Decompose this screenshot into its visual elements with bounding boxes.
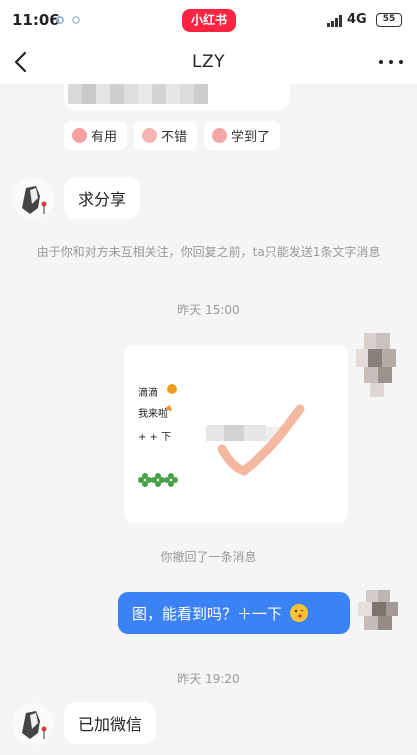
app-badge: 小红书 bbox=[182, 9, 237, 32]
image-message[interactable]: 滴滴 我来啦 + + 下 bbox=[124, 345, 348, 523]
notification-icon-2 bbox=[72, 16, 80, 24]
chat-title: LZY bbox=[191, 52, 225, 72]
chip-label: 学到了 bbox=[231, 130, 271, 145]
chip-learned[interactable]: 学到了 bbox=[204, 121, 281, 150]
sticker-face-icon bbox=[212, 128, 228, 143]
more-options-button[interactable] bbox=[377, 50, 405, 74]
sticker-face-icon bbox=[142, 128, 158, 143]
kiss-emoji-icon bbox=[290, 604, 309, 622]
chip-label: 有用 bbox=[91, 130, 118, 145]
timestamp: 昨天 19:20 bbox=[177, 672, 240, 686]
more-icon bbox=[379, 60, 383, 64]
avatar-self[interactable] bbox=[356, 333, 402, 399]
avatar[interactable] bbox=[12, 703, 54, 745]
message-text: 求分享 bbox=[78, 190, 127, 209]
chat-header: LZY bbox=[0, 40, 417, 84]
timestamp: 昨天 15:00 bbox=[177, 303, 240, 317]
notification-icon bbox=[56, 16, 64, 24]
avatar-pixelated bbox=[356, 333, 402, 399]
blurred-content bbox=[68, 84, 218, 106]
recall-notice: 你撤回了一条消息 bbox=[160, 550, 257, 564]
message-bubble-incoming: 已加微信 bbox=[64, 702, 157, 744]
image-text-line: 我来啦 bbox=[138, 409, 168, 420]
image-text-line: + + 下 bbox=[138, 432, 172, 443]
network-type: 4G bbox=[347, 12, 367, 27]
image-text-line: 滴滴 bbox=[138, 388, 158, 399]
message-bubble-outgoing: 图，能看到吗？＋一下 bbox=[118, 592, 350, 634]
signal-icon bbox=[327, 15, 343, 27]
message-text: 图，能看到吗？＋一下 bbox=[132, 604, 283, 623]
message-bubble-incoming: 求分享 bbox=[64, 177, 141, 219]
chip-nice[interactable]: 不错 bbox=[134, 121, 198, 150]
chip-useful[interactable]: 有用 bbox=[64, 121, 128, 150]
avatar-self[interactable] bbox=[356, 588, 402, 634]
status-bar: 11:06 小红书 4G 55 bbox=[0, 0, 417, 40]
status-time: 11:06 bbox=[12, 11, 60, 29]
avatar-pixelated bbox=[358, 590, 398, 630]
battery-icon: 55 bbox=[376, 13, 402, 27]
avatar-figure-icon bbox=[12, 703, 54, 745]
system-notice: 由于你和对方未互相关注，你回复之前，ta只能发送1条文字消息 bbox=[36, 245, 381, 259]
message-text: 已加微信 bbox=[78, 715, 143, 734]
battery-level: 55 bbox=[382, 14, 396, 24]
chip-label: 不错 bbox=[161, 130, 188, 145]
sticker-face-icon bbox=[72, 128, 87, 143]
avatar-figure-icon bbox=[12, 178, 54, 220]
quick-reply-chips: 有用 不错 学到了 bbox=[64, 121, 281, 150]
avatar[interactable] bbox=[12, 178, 54, 220]
shared-note-card[interactable] bbox=[64, 84, 290, 111]
